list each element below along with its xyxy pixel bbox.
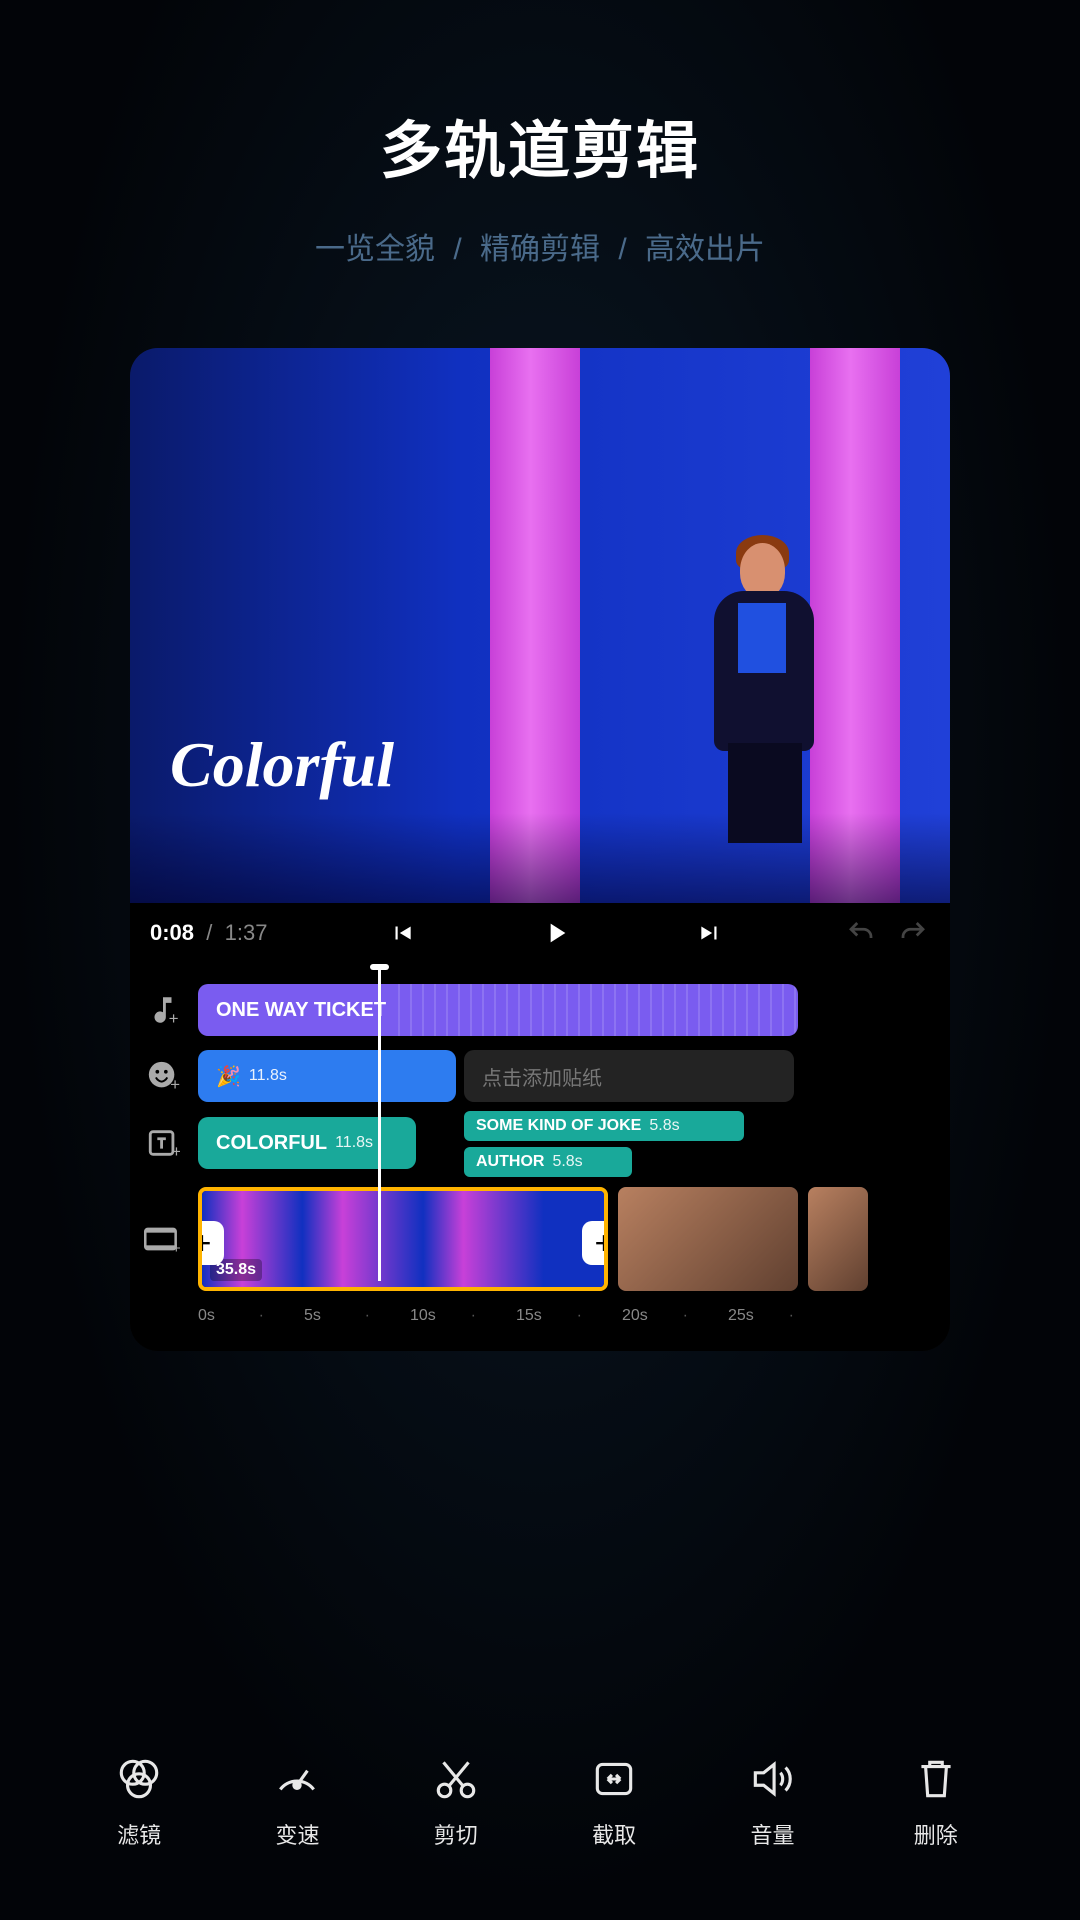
sticker-clip[interactable]: 🎉 11.8s	[198, 1050, 456, 1102]
text-clip-main[interactable]: COLORFUL 11.8s	[198, 1117, 416, 1169]
video-clip-2[interactable]	[618, 1187, 798, 1291]
add-video-icon[interactable]: +	[142, 1218, 184, 1260]
delete-button[interactable]: 删除	[906, 1754, 966, 1850]
timeline[interactable]: + ONE WAY TICKET + 🎉 11.8s	[130, 963, 950, 1351]
text-clip-sub1-label: SOME KIND OF JOKE	[476, 1117, 641, 1135]
text-clip-main-duration: 11.8s	[335, 1134, 373, 1152]
text-clip-main-label: COLORFUL	[216, 1132, 327, 1155]
text-clip-sub2-label: AUTHOR	[476, 1153, 544, 1171]
current-time: 0:08	[150, 920, 194, 945]
separator: /	[608, 233, 636, 266]
crop-button[interactable]: 截取	[589, 1754, 639, 1850]
add-music-icon[interactable]: +	[142, 989, 184, 1031]
text-clip-sub1[interactable]: SOME KIND OF JOKE 5.8s	[464, 1111, 744, 1141]
ruler-tick: 15s	[516, 1307, 622, 1337]
hero-subtitle-2: 精确剪辑	[480, 233, 600, 266]
add-clip-before-button[interactable]: +	[198, 1221, 224, 1265]
bottom-toolbar: 滤镜 变速 剪切 截取 音量 删除	[0, 1754, 1080, 1850]
video-preview[interactable]: Colorful	[130, 348, 950, 903]
sticker-duration: 11.8s	[249, 1067, 287, 1085]
add-clip-after-button[interactable]: +	[582, 1221, 608, 1265]
cut-label: 剪切	[434, 1818, 478, 1850]
sticker-placeholder-label: 点击添加贴纸	[482, 1062, 602, 1091]
sticker-placeholder[interactable]: 点击添加贴纸	[464, 1050, 794, 1102]
cut-button[interactable]: 剪切	[431, 1754, 481, 1850]
filter-button[interactable]: 滤镜	[114, 1754, 164, 1850]
add-text-icon[interactable]: +	[142, 1122, 184, 1164]
volume-label: 音量	[750, 1818, 794, 1850]
undo-button[interactable]	[844, 916, 878, 950]
speed-icon	[272, 1754, 322, 1804]
scissors-icon	[431, 1754, 481, 1804]
preview-text-overlay: Colorful	[170, 728, 394, 802]
hero-subtitle-3: 高效出片	[645, 233, 765, 266]
prev-button[interactable]	[385, 916, 419, 950]
filter-label: 滤镜	[117, 1818, 161, 1850]
video-clip-selected[interactable]: + + 35.8s	[198, 1187, 608, 1291]
add-sticker-icon[interactable]: +	[142, 1055, 184, 1097]
crop-label: 截取	[592, 1818, 636, 1850]
music-clip[interactable]: ONE WAY TICKET	[198, 984, 798, 1036]
svg-text:+: +	[172, 1240, 181, 1254]
hero-subtitle-1: 一览全貌	[315, 233, 435, 266]
total-time: 1:37	[225, 920, 268, 945]
ruler-tick: 20s	[622, 1307, 728, 1337]
text-clip-sub2[interactable]: AUTHOR 5.8s	[464, 1147, 632, 1177]
transport-bar: 0:08 / 1:37	[130, 903, 950, 963]
ruler-tick: 0s	[198, 1307, 304, 1337]
sticker-emoji: 🎉	[216, 1064, 241, 1089]
svg-text:+: +	[170, 1075, 180, 1093]
speed-label: 变速	[275, 1818, 319, 1850]
trash-icon	[911, 1754, 961, 1804]
separator: /	[443, 233, 471, 266]
svg-text:+: +	[169, 1009, 179, 1027]
video-clip-3[interactable]	[808, 1187, 868, 1291]
redo-button[interactable]	[896, 916, 930, 950]
next-button[interactable]	[693, 916, 727, 950]
time-ruler[interactable]: 0s 5s 10s 15s 20s 25s	[198, 1307, 950, 1337]
volume-icon	[747, 1754, 797, 1804]
volume-button[interactable]: 音量	[747, 1754, 797, 1850]
playhead[interactable]	[378, 969, 381, 1281]
speed-button[interactable]: 变速	[272, 1754, 322, 1850]
ruler-tick: 25s	[728, 1307, 834, 1337]
music-clip-label: ONE WAY TICKET	[216, 999, 386, 1022]
hero-title: 多轨道剪辑	[130, 100, 950, 190]
time-display: 0:08 / 1:37	[150, 920, 267, 946]
hero-subtitle: 一览全貌 / 精确剪辑 / 高效出片	[130, 224, 950, 268]
ruler-tick: 10s	[410, 1307, 516, 1337]
text-clip-sub2-duration: 5.8s	[552, 1153, 582, 1171]
text-clip-sub1-duration: 5.8s	[649, 1117, 679, 1135]
crop-icon	[589, 1754, 639, 1804]
ruler-tick: 5s	[304, 1307, 410, 1337]
svg-text:+: +	[172, 1142, 181, 1160]
filter-icon	[114, 1754, 164, 1804]
editor-card: Colorful 0:08 / 1:37	[130, 348, 950, 1351]
play-button[interactable]	[539, 916, 573, 950]
delete-label: 删除	[914, 1818, 958, 1850]
